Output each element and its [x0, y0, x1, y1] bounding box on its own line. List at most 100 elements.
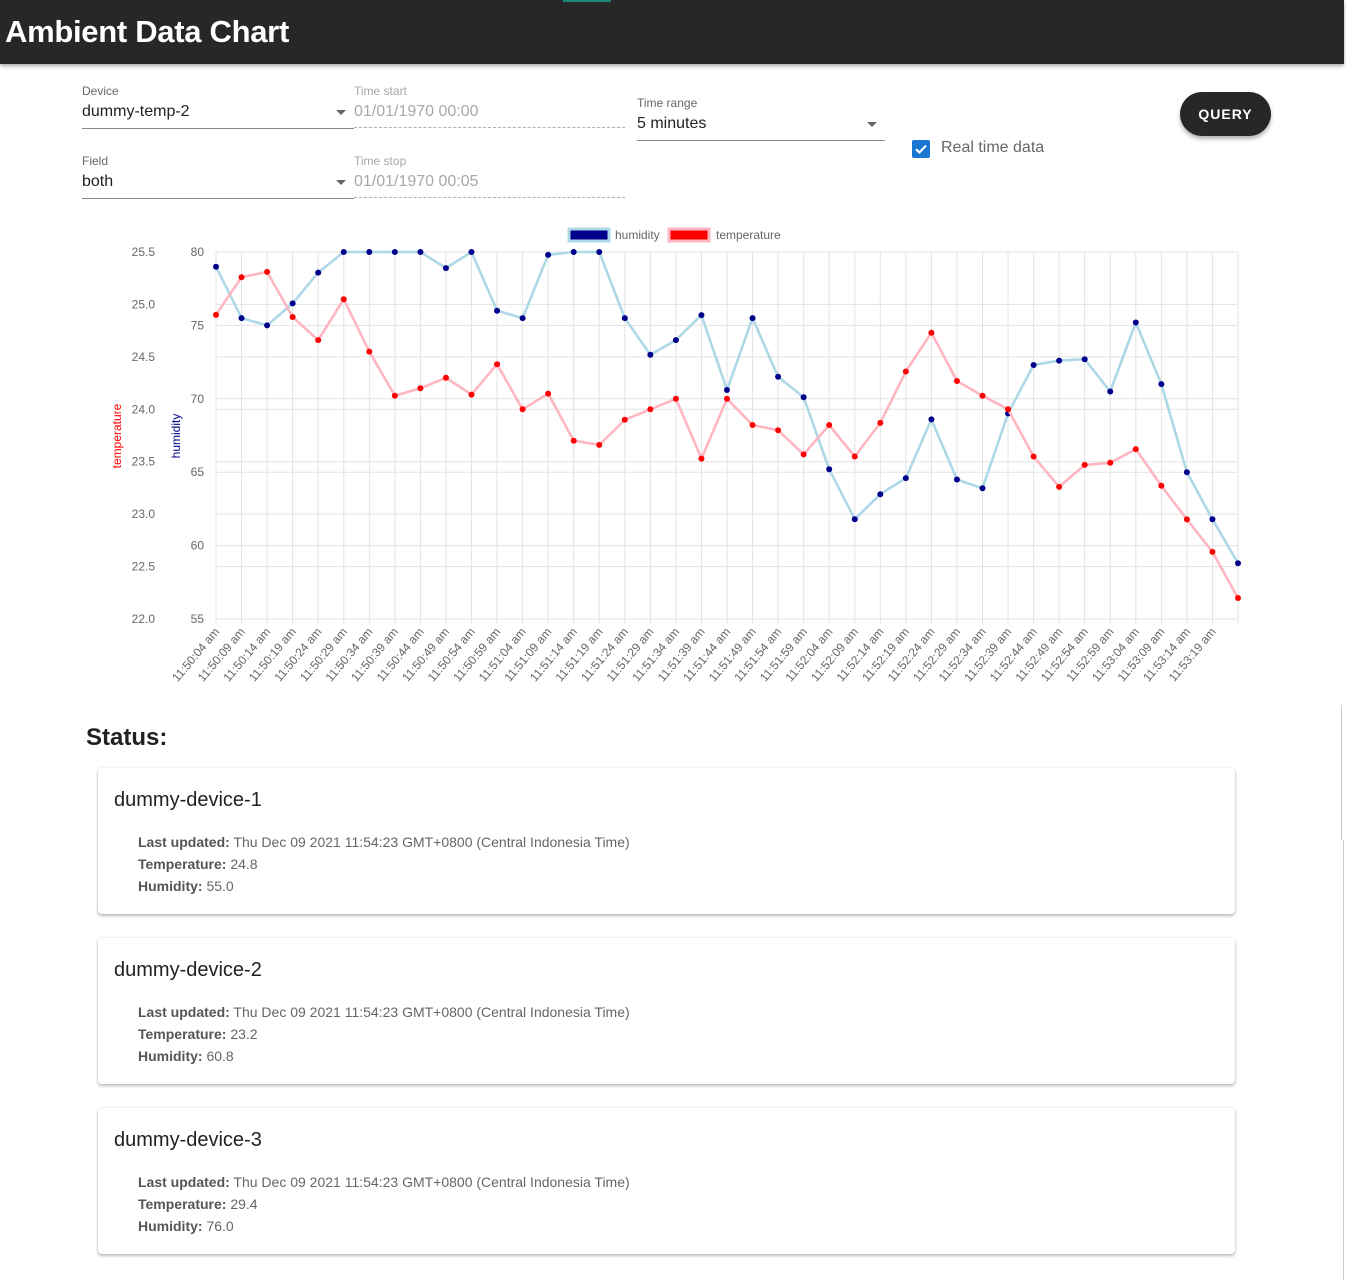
- humidity-point: [902, 475, 909, 482]
- device-name: dummy-device-3: [114, 1129, 262, 1151]
- temperature-point: [366, 348, 373, 355]
- time-range-label: Time range: [637, 96, 698, 110]
- humidity-point: [264, 322, 271, 329]
- humidity-point: [340, 249, 347, 255]
- temperature-point: [1235, 595, 1241, 601]
- time-stop-field[interactable]: Time stop 01/01/1970 00:05: [354, 154, 625, 200]
- temperature-line: Temperature: 23.2: [138, 1026, 258, 1042]
- humidity-legend-swatch: [567, 227, 611, 243]
- realtime-label[interactable]: Real time data: [941, 139, 1044, 157]
- temperature-point: [1158, 482, 1165, 489]
- humidity-tick-label: 80: [191, 245, 205, 259]
- humidity-point: [851, 516, 858, 523]
- temperature-point: [902, 368, 909, 375]
- app-bar: Ambient Data Chart: [0, 0, 1344, 64]
- field-underline: [82, 198, 354, 199]
- status-title: Status:: [86, 724, 168, 751]
- device-status-card: dummy-device-3 Last updated: Thu Dec 09 …: [98, 1108, 1235, 1254]
- temperature-point: [1030, 453, 1037, 460]
- humidity-point: [519, 315, 526, 322]
- temperature-point: [647, 406, 654, 413]
- time-start-underline: [354, 127, 625, 129]
- temperature-point: [928, 329, 935, 336]
- temperature-point: [238, 274, 245, 281]
- humidity-point: [417, 249, 424, 255]
- time-start-value: 01/01/1970 00:00: [354, 103, 479, 120]
- last-updated-value: Thu Dec 09 2021 11:54:23 GMT+0800 (Centr…: [233, 1174, 630, 1190]
- humidity-point: [468, 249, 475, 255]
- temperature-point: [877, 419, 884, 426]
- temperature-point: [724, 395, 730, 402]
- humidity-label: Humidity:: [138, 878, 203, 894]
- temperature-point: [1209, 548, 1216, 555]
- last-updated-line: Last updated: Thu Dec 09 2021 11:54:23 G…: [138, 1004, 630, 1020]
- temperature-point: [672, 395, 679, 402]
- humidity-point: [953, 476, 960, 483]
- humidity-point: [1158, 381, 1165, 388]
- temperature-point: [545, 390, 552, 397]
- humidity-point: [749, 315, 756, 322]
- device-select[interactable]: Device dummy-temp-2: [82, 84, 354, 130]
- scrollbar-edge: [1341, 705, 1342, 840]
- time-start-field[interactable]: Time start 01/01/1970 00:00: [354, 84, 625, 130]
- humidity-point: [826, 466, 833, 473]
- last-updated-line: Last updated: Thu Dec 09 2021 11:54:23 G…: [138, 834, 630, 850]
- temperature-label: Temperature:: [138, 1196, 227, 1212]
- field-select[interactable]: Field both: [82, 154, 354, 200]
- humidity-point: [698, 312, 705, 319]
- temperature-tick-label: 23.0: [132, 507, 156, 521]
- time-range-value: 5 minutes: [637, 115, 707, 132]
- temperature-point: [749, 422, 756, 428]
- humidity-point: [1183, 469, 1190, 476]
- last-updated-line: Last updated: Thu Dec 09 2021 11:54:23 G…: [138, 1174, 630, 1190]
- temperature-point: [315, 337, 322, 344]
- humidity-point: [289, 300, 296, 307]
- time-start-label: Time start: [354, 84, 407, 98]
- humidity-point: [800, 394, 807, 401]
- temperature-point: [800, 451, 807, 458]
- humidity-label: Humidity:: [138, 1218, 203, 1234]
- temperature-point: [621, 416, 628, 423]
- humidity-point: [621, 315, 628, 322]
- realtime-checkbox[interactable]: [912, 140, 930, 158]
- time-range-underline: [637, 140, 885, 141]
- last-updated-label: Last updated:: [138, 834, 230, 850]
- temperature-point: [213, 311, 219, 318]
- temperature-point: [596, 441, 603, 448]
- temperature-point: [264, 268, 271, 275]
- humidity-point: [928, 416, 935, 423]
- device-underline: [82, 128, 354, 129]
- temperature-tick-label: 23.5: [132, 455, 156, 469]
- temperature-point: [1056, 483, 1063, 490]
- chevron-down-icon: [336, 180, 346, 185]
- time-range-select[interactable]: Time range 5 minutes: [637, 96, 885, 142]
- humidity-point: [238, 315, 245, 322]
- temperature-tick-label: 25.5: [132, 245, 156, 259]
- chevron-down-icon: [336, 110, 346, 115]
- device-label: Device: [82, 84, 119, 98]
- field-label: Field: [82, 154, 109, 168]
- temperature-point: [289, 314, 296, 320]
- temperature-point: [340, 296, 347, 303]
- chevron-down-icon: [867, 122, 877, 127]
- humidity-tick-label: 75: [191, 318, 205, 332]
- temperature-point: [979, 392, 986, 399]
- humidity-point: [1107, 388, 1114, 395]
- device-status-card: dummy-device-2 Last updated: Thu Dec 09 …: [98, 938, 1235, 1084]
- humidity-point: [315, 269, 322, 276]
- humidity-line: Humidity: 76.0: [138, 1218, 234, 1234]
- query-button[interactable]: QUERY: [1180, 92, 1271, 136]
- temperature-tick-label: 22.5: [132, 560, 156, 574]
- humidity-tick-label: 70: [191, 392, 205, 406]
- humidity-axis-title: humidity: [169, 414, 183, 459]
- time-stop-label: Time stop: [354, 154, 407, 168]
- temperature-tick-label: 24.5: [132, 350, 156, 364]
- last-updated-value: Thu Dec 09 2021 11:54:23 GMT+0800 (Centr…: [233, 1004, 630, 1020]
- humidity-legend-label: humidity: [615, 228, 660, 242]
- humidity-value: 60.8: [206, 1048, 234, 1064]
- humidity-point: [391, 249, 398, 255]
- temperature-tick-label: 24.0: [132, 402, 156, 416]
- temperature-point: [1132, 446, 1139, 453]
- humidity-line: Humidity: 60.8: [138, 1048, 234, 1064]
- humidity-point: [724, 387, 730, 393]
